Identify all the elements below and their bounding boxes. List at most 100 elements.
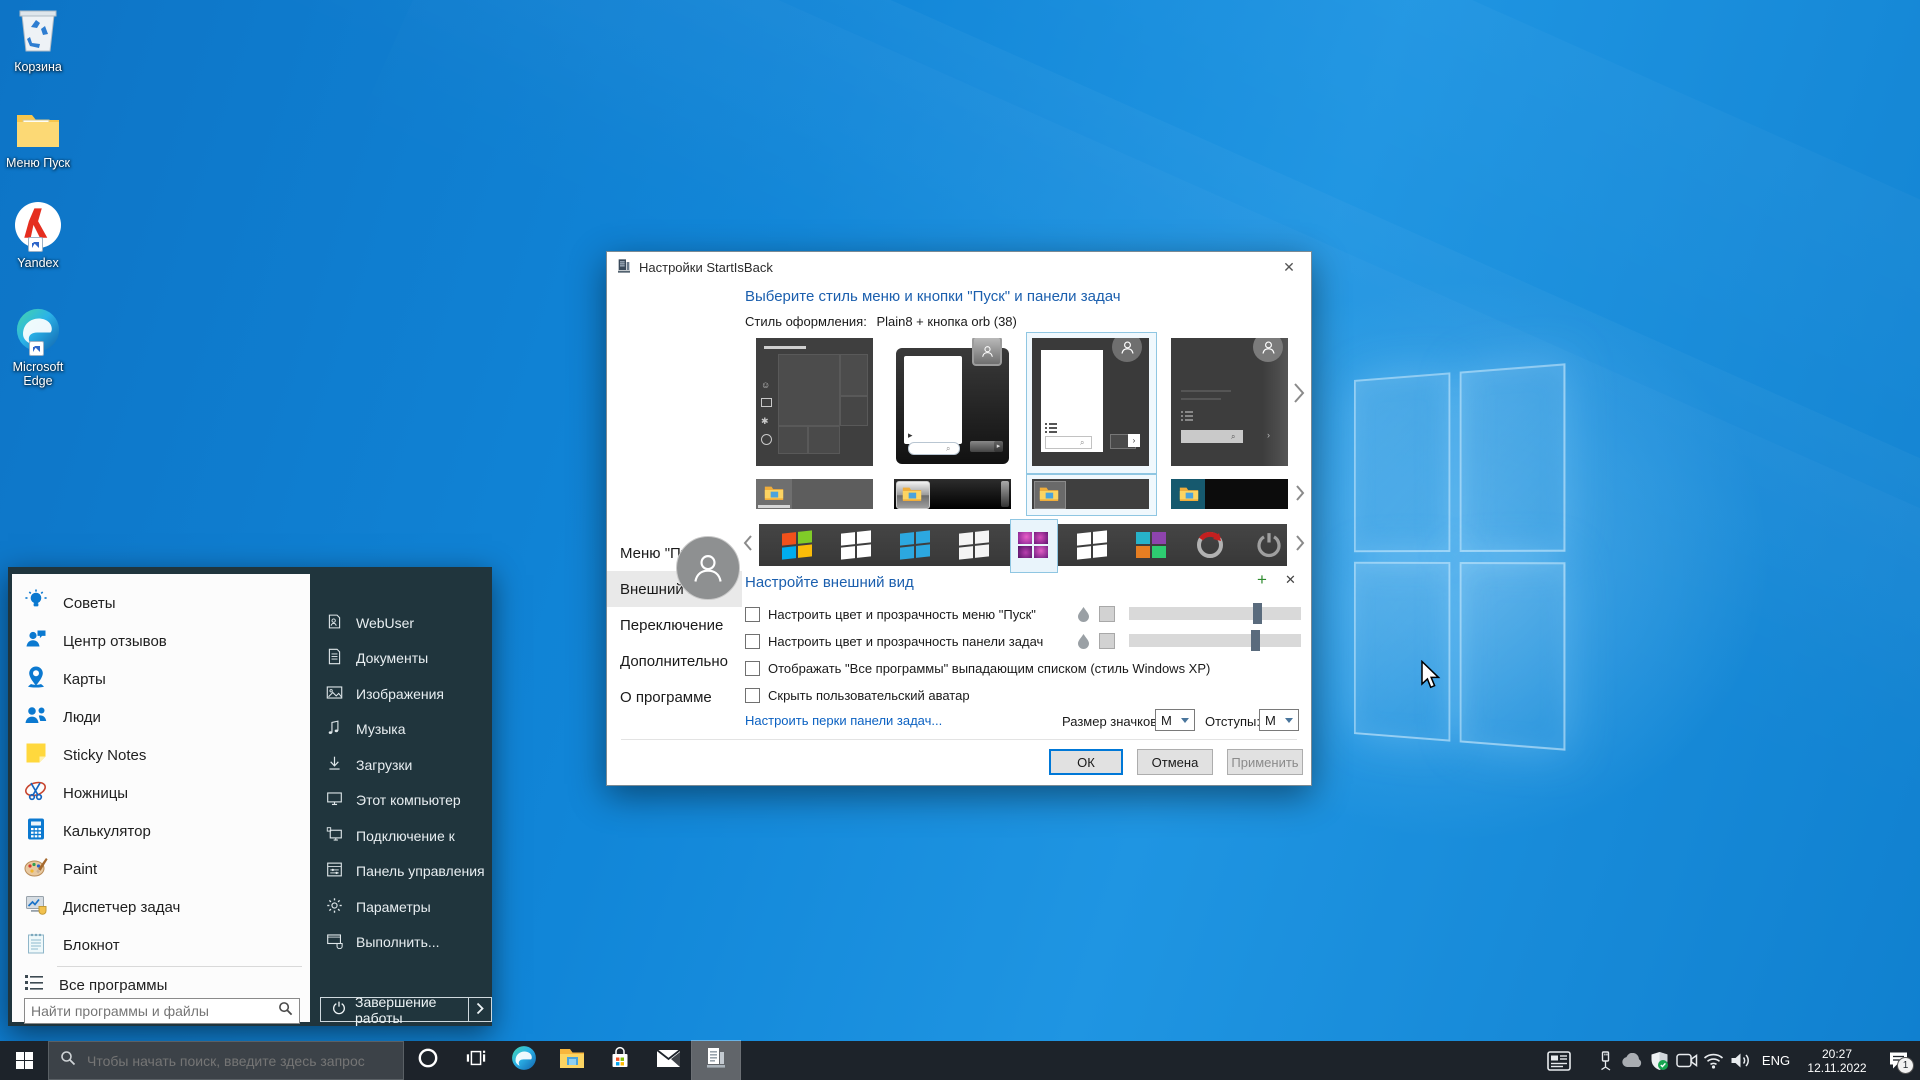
orb-scroll-right-icon[interactable] <box>1295 534 1305 555</box>
win-white-orb[interactable] <box>838 527 874 563</box>
all-programs-button[interactable]: Все программы <box>12 970 322 1000</box>
cortana-button[interactable] <box>404 1041 452 1080</box>
desktop-icon-start-menu-folder[interactable]: Меню Пуск <box>0 104 76 170</box>
shutdown-options-arrow-icon[interactable] <box>469 1002 491 1018</box>
checkbox-hide-avatar[interactable] <box>745 688 760 703</box>
taskbar-search-input[interactable] <box>85 1052 392 1070</box>
task-view-button[interactable] <box>452 1041 500 1080</box>
start-menu-this-pc-link[interactable]: Этот компьютер <box>310 783 492 819</box>
checkbox-all-programs-dropdown[interactable] <box>745 661 760 676</box>
win-flat-white-orb-2[interactable] <box>1074 527 1110 563</box>
windows10-taskbar-thumb[interactable] <box>1171 479 1288 509</box>
start-menu-item-task-manager[interactable]: Диспетчер задач <box>12 888 310 926</box>
meet-now-camera-icon[interactable] <box>1673 1041 1700 1080</box>
user-avatar[interactable] <box>676 536 740 600</box>
start-menu-downloads-link[interactable]: Загрузки <box>310 747 492 783</box>
windows7-aero-style-thumb[interactable]: ▸ ⌕ ▸ <box>894 338 1011 466</box>
apply-button[interactable]: Применить <box>1227 749 1303 775</box>
classic-flat-style-thumb[interactable]: ⌕ › <box>1171 338 1288 466</box>
start-menu-item-paint[interactable]: Paint <box>12 850 310 888</box>
start-menu-search-box[interactable] <box>24 998 300 1024</box>
menu-style-scroll-right-icon[interactable] <box>1293 382 1305 407</box>
volume-icon[interactable] <box>1727 1041 1754 1080</box>
win-flat-white-orb[interactable] <box>956 527 992 563</box>
icon-size-dropdown[interactable]: М <box>1155 709 1195 731</box>
cancel-button[interactable]: Отмена <box>1137 749 1213 775</box>
orb-scroll-left-icon[interactable] <box>743 534 753 555</box>
clock[interactable]: 20:27 12.11.2022 <box>1798 1047 1876 1075</box>
start-menu-item-tips[interactable]: Советы <box>12 584 310 622</box>
gray-taskbar-thumb[interactable] <box>756 479 873 509</box>
usb-icon[interactable] <box>1592 1041 1619 1080</box>
slider-handle[interactable] <box>1253 603 1262 624</box>
start-button[interactable] <box>0 1041 48 1080</box>
start-menu-item-feedback[interactable]: Центр отзывов <box>12 622 310 660</box>
start-menu-item-calculator[interactable]: Калькулятор <box>12 812 310 850</box>
desktop-icon-recycle-bin[interactable]: Корзина <box>0 8 76 74</box>
purple-orb[interactable] <box>1015 527 1051 563</box>
desktop-icon-edge[interactable]: Microsoft Edge <box>0 308 76 388</box>
onedrive-cloud-icon[interactable] <box>1619 1041 1646 1080</box>
start-menu-settings-link[interactable]: Параметры <box>310 889 492 925</box>
menu-opacity-slider[interactable] <box>1129 607 1301 620</box>
desktop-icon-yandex[interactable]: Yandex <box>0 204 76 270</box>
plain-dark-taskbar-thumb[interactable] <box>1032 479 1149 509</box>
start-menu-pictures-link[interactable]: Изображения <box>310 676 492 712</box>
download-icon <box>326 755 343 775</box>
action-center-button[interactable]: 1 <box>1876 1041 1920 1080</box>
feedback-icon <box>24 627 48 655</box>
red-ring-orb[interactable] <box>1192 527 1228 563</box>
windows10-style-thumb[interactable]: ☺ ✱ <box>756 338 873 466</box>
start-menu-run-link[interactable]: Выполнить... <box>310 925 492 961</box>
start-menu-documents-link[interactable]: Документы <box>310 641 492 677</box>
start-menu-item-maps[interactable]: Карты <box>12 660 310 698</box>
edge-button[interactable] <box>500 1041 548 1080</box>
start-menu-item-people[interactable]: Люди <box>12 698 310 736</box>
wifi-icon[interactable] <box>1700 1041 1727 1080</box>
language-indicator[interactable]: ENG <box>1754 1041 1798 1080</box>
close-icon[interactable]: ✕ <box>1281 259 1297 275</box>
ok-button[interactable]: ОК <box>1049 749 1123 775</box>
checkbox-taskbar-color[interactable] <box>745 634 760 649</box>
taskbar-search-box[interactable] <box>48 1041 404 1080</box>
desktop-icon-label: Yandex <box>0 256 76 270</box>
add-orb-button[interactable]: + <box>1257 570 1267 590</box>
remove-orb-button[interactable]: ✕ <box>1285 572 1296 588</box>
start-menu-item-snipping-tool[interactable]: Ножницы <box>12 774 310 812</box>
edge-icon <box>511 1045 537 1076</box>
taskbar-settings-link[interactable]: Настроить перки панели задач... <box>745 713 942 728</box>
taskbar-style-scroll-right-icon[interactable] <box>1295 484 1305 505</box>
slider-handle[interactable] <box>1251 630 1260 651</box>
start-menu-user-link[interactable]: WebUser <box>310 605 492 641</box>
file-explorer-button[interactable] <box>548 1041 596 1080</box>
title-bar[interactable]: Настройки StartIsBack <box>607 252 1311 282</box>
aero-glossy-taskbar-thumb[interactable] <box>894 479 1011 509</box>
menu-color-swatch[interactable] <box>1099 606 1115 622</box>
start-menu-item-notepad[interactable]: Блокнот <box>12 926 310 964</box>
win-blue-orb[interactable] <box>897 527 933 563</box>
taskbar-color-swatch[interactable] <box>1099 633 1115 649</box>
taskbar-opacity-slider[interactable] <box>1129 634 1301 647</box>
tab-about[interactable]: О программе <box>607 679 742 715</box>
security-shield-icon[interactable] <box>1646 1041 1673 1080</box>
start-menu-search-input[interactable] <box>25 1003 278 1019</box>
start-menu-control-panel-link[interactable]: Панель управления <box>310 854 492 890</box>
start-menu-music-link[interactable]: Музыка <box>310 712 492 748</box>
win-colored-orb[interactable] <box>779 527 815 563</box>
search-icon[interactable] <box>278 1001 299 1021</box>
tab-advanced[interactable]: Дополнительно <box>607 643 742 679</box>
shutdown-button[interactable]: Завершение работы <box>320 997 492 1022</box>
plain8-style-thumb[interactable]: ⌕ › <box>1032 338 1149 466</box>
tab-switching[interactable]: Переключение <box>607 607 742 643</box>
power-orb[interactable] <box>1251 527 1287 563</box>
start-menu-connect-to-link[interactable]: Подключение к <box>310 818 492 854</box>
spacing-dropdown[interactable]: М <box>1259 709 1299 731</box>
chevron-down-icon <box>1285 718 1293 723</box>
news-widgets-icon[interactable] <box>1540 1041 1578 1080</box>
mosaic-orb[interactable] <box>1133 527 1169 563</box>
start-menu-item-sticky-notes[interactable]: Sticky Notes <box>12 736 310 774</box>
mail-button[interactable] <box>644 1041 692 1080</box>
checkbox-menu-color[interactable] <box>745 607 760 622</box>
startisback-window-button[interactable] <box>692 1041 740 1080</box>
store-button[interactable] <box>596 1041 644 1080</box>
